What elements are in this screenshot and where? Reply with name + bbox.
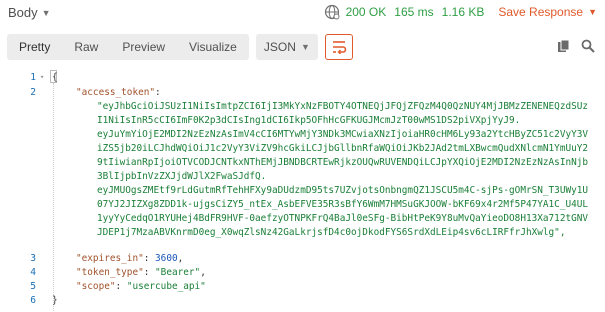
body-dropdown[interactable]: Body ▼ [8,5,51,20]
chevron-down-icon: ▼ [300,42,310,52]
chevron-down-icon: ▼ [41,7,51,18]
token-line: 9tIiwianRpIjoiOTVCODJCNTkxNThEMjJBNDBCRT… [97,157,589,168]
expires-value: 3600 [155,253,178,264]
indent-guide [53,83,54,311]
expires-key: "expires_in" [76,253,144,264]
token-line: eyJMUOgsZMEtf9rLdGutmRfTehHFXy9aDUdzmD95… [97,185,589,196]
token-line: iZS5jb20iLCJhdWQiOiJ1c2VyY3ViZV9hcGkiLCJ… [97,143,589,154]
fold-icon[interactable]: ▾ [40,73,48,81]
token-type-value: "Bearer" [155,267,201,278]
save-response-label: Save Response [498,5,584,19]
open-brace: { [52,72,58,83]
scope-line: "scope": "usercube_api" [76,281,206,292]
line-number: 5 [30,281,36,292]
response-size[interactable]: 1.16 KB [442,5,485,19]
response-body[interactable]: 1 ▾ { 2 "access_token": "eyJhbGciOiJSUzI… [0,67,605,312]
tab-raw[interactable]: Raw [62,34,110,60]
line-number: 1 [30,72,36,83]
view-toolbar: Pretty Raw Preview Visualize JSON ▼ [7,34,353,60]
wrap-lines-button[interactable] [324,34,353,60]
scope-value: "usercube_api" [126,281,206,292]
search-icon[interactable] [581,39,595,53]
response-actions [557,39,595,53]
tab-pretty[interactable]: Pretty [7,34,62,60]
scope-key: "scope" [76,281,116,292]
token-line: JDEP1j7MzaABVKnrmD0eg_X0wqZlsNz42GaLkrjs… [97,227,566,238]
token-line: I1NiIsInR5cCI6ImF0K2p3dCIsIng1dCI6Ikp5OF… [97,115,521,126]
token-type-key: "token_type" [76,267,144,278]
token-line: eyJuYmYiOjE2MDI2NzEzNzAsImV4cCI6MTYwMjY3… [97,129,589,140]
globe-icon[interactable] [324,4,340,20]
line-number: 4 [30,267,36,278]
wrap-lines-icon [332,41,347,54]
close-brace: } [52,295,58,306]
access-token-key: "access_token" [76,87,156,98]
access-token-line: "access_token": [76,87,161,98]
format-label: JSON [263,40,296,54]
status-code[interactable]: 200 OK [346,5,387,19]
body-label: Body [8,5,38,20]
response-time[interactable]: 165 ms [394,5,433,19]
format-select[interactable]: JSON ▼ [255,34,318,60]
token-line: "eyJhbGciOiJSUzI1NiIsImtpZCI6IjI3MkYxNzF… [97,101,589,112]
copy-icon[interactable] [557,39,571,53]
chevron-down-icon: ▼ [588,7,597,17]
token-line: 3BlIjpbInVzZXJjdWJlX2FwaSJdfQ. [97,171,267,182]
token-line: 07YJ2JIZXg8ZDD1k-ujgsCiZY5_ntEx_AsbEFVE3… [97,199,589,210]
response-header: Body ▼ 200 OK 165 ms 1.16 KB Save Respon… [0,0,605,26]
line-number: 2 [30,87,36,98]
status-area: 200 OK 165 ms 1.16 KB Save Response ▼ [324,4,597,20]
line-number: 3 [30,253,36,264]
line-number: 6 [30,295,36,306]
token-type-line: "token_type": "Bearer", [76,267,206,278]
tab-visualize[interactable]: Visualize [177,34,249,60]
view-mode-tabs: Pretty Raw Preview Visualize [7,34,249,60]
save-response-button[interactable]: Save Response ▼ [498,5,597,19]
token-line: 1yyYyCedqO1RYUHej4BdFR9HVF-0aefzyOTNPKFr… [97,213,589,224]
expires-line: "expires_in": 3600, [76,253,184,264]
tab-preview[interactable]: Preview [110,34,177,60]
